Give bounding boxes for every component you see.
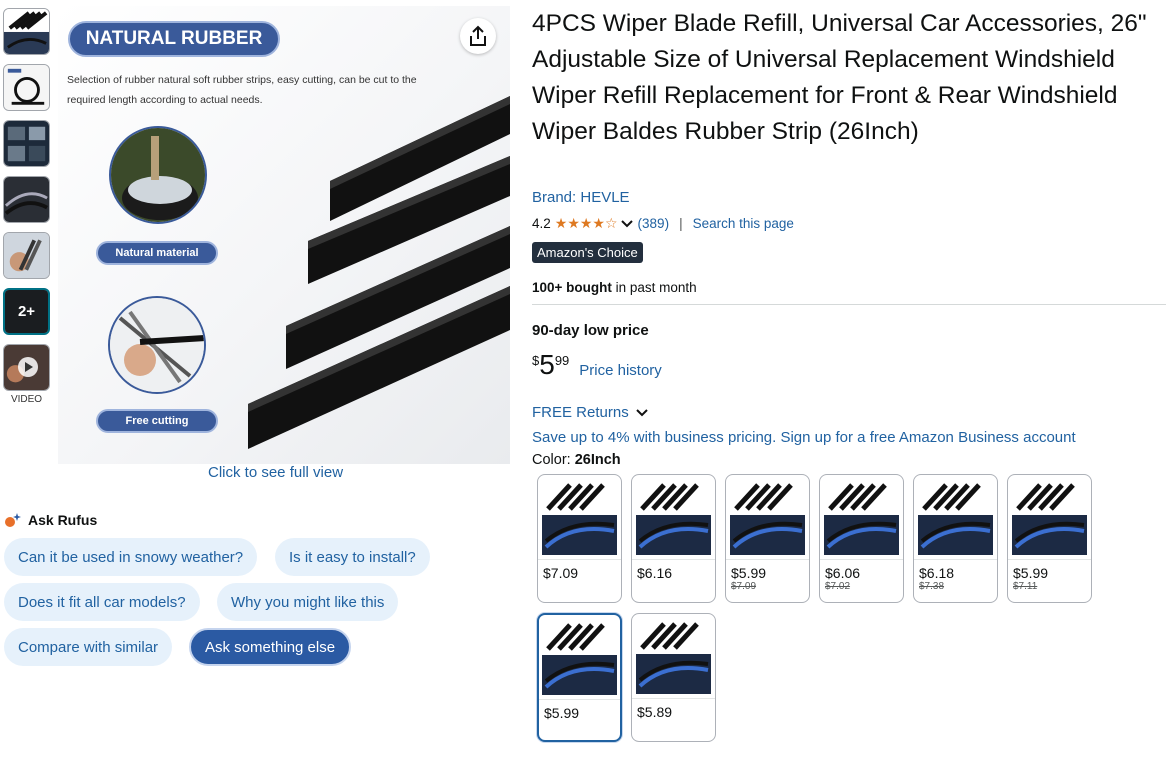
swatch-price: $5.99 [726,559,809,581]
color-label: Color: [532,452,571,468]
divider [532,304,1166,305]
color-swatch-5[interactable]: $6.18 $7.38 [913,474,998,603]
low-price-label: 90-day low price [532,322,649,339]
rating-row: 4.2 ★★★★☆ (389) | Search this page [532,215,794,232]
price-cents: 99 [554,353,570,368]
chevron-down-icon[interactable] [620,219,634,229]
thumbnail-more[interactable]: 2+ [3,288,50,335]
free-returns-link[interactable]: FREE Returns [532,404,649,421]
swatch-image [636,618,711,696]
rufus-chip-why[interactable]: Why you might like this [217,583,399,621]
natural-material-label: Natural material [96,241,218,265]
main-product-image[interactable]: NATURAL RUBBER Selection of rubber natur… [58,6,510,464]
thumbnail-video[interactable] [3,344,50,391]
bought-count: 100+ bought [532,280,612,295]
share-icon [470,25,486,46]
swatch-image [918,479,993,557]
star-rating-icon[interactable]: ★★★★☆ [555,215,618,232]
brand-link[interactable]: Brand: HEVLE [532,189,630,206]
swatch-image [730,479,805,557]
swatch-price: $6.16 [632,559,715,581]
rufus-chip-install[interactable]: Is it easy to install? [275,538,430,576]
rating-value: 4.2 [532,216,551,231]
amazons-choice-badge: Amazon's Choice [532,242,643,263]
thumbnail-3[interactable] [3,120,50,167]
color-swatch-4[interactable]: $6.06 $7.02 [819,474,904,603]
image-banner: NATURAL RUBBER [68,21,280,57]
swatch-price: $6.18 [914,559,997,581]
price-currency: $ [532,353,540,368]
separator: | [679,216,683,231]
ask-something-else-button[interactable]: Ask something else [189,628,352,666]
swatch-old-price: $7.38 [919,581,945,592]
color-swatch-6[interactable]: $5.99 $7.11 [1007,474,1092,603]
swatch-image [1012,479,1087,557]
swatch-image [542,619,617,697]
full-view-link[interactable]: Click to see full view [208,464,343,481]
free-returns-label: FREE Returns [532,404,629,421]
thumbnail-2[interactable] [3,64,50,111]
swatch-image [636,479,711,557]
natural-material-image [109,126,207,224]
color-value: 26Inch [574,452,621,468]
swatch-image [542,479,617,557]
rufus-chip-compare[interactable]: Compare with similar [4,628,173,666]
free-cutting-label: Free cutting [96,409,218,433]
rubber-strips-illustration [248,96,510,449]
price-history-link[interactable]: Price history [579,362,662,379]
price: $ 5 99 Price history [532,350,662,380]
thumbnail-5[interactable] [3,232,50,279]
rufus-header: Ask Rufus [4,512,97,528]
swatch-old-price: $7.02 [825,581,851,592]
swatch-image [824,479,899,557]
rufus-chip-fit[interactable]: Does it fit all car models? [4,583,200,621]
thumbnail-1[interactable] [3,8,50,55]
bought-in-past-month: 100+ bought in past month [532,280,697,295]
rufus-title: Ask Rufus [28,512,98,528]
free-cutting-image [108,296,206,394]
swatch-price: $7.09 [538,559,621,581]
product-title: 4PCS Wiper Blade Refill, Universal Car A… [532,10,1147,145]
video-label: VIDEO [10,394,43,405]
rufus-icon [4,512,22,528]
swatch-price: $5.99 [539,699,620,721]
chevron-down-icon [635,408,648,416]
review-count-link[interactable]: (389) [638,216,670,231]
color-swatch-8[interactable]: $5.89 [631,613,716,742]
play-icon [18,357,38,377]
color-swatch-3[interactable]: $5.99 $7.09 [725,474,810,603]
color-swatch-2[interactable]: $6.16 [631,474,716,603]
rufus-chip-snowy[interactable]: Can it be used in snowy weather? [4,538,258,576]
bought-suffix: in past month [611,280,697,295]
color-selection-label: Color: 26Inch [532,452,621,468]
business-pricing-link[interactable]: Save up to 4% with business pricing. Sig… [532,429,1076,446]
search-this-page-link[interactable]: Search this page [693,216,794,231]
share-button[interactable] [460,18,496,54]
swatch-old-price: $7.11 [1013,581,1038,592]
swatch-old-price: $7.09 [731,581,757,592]
swatch-price: $5.89 [632,698,715,720]
swatch-price: $5.99 [1008,559,1091,581]
price-whole: 5 [539,349,555,380]
thumbnail-4[interactable] [3,176,50,223]
swatch-price: $6.06 [820,559,903,581]
color-swatch-1[interactable]: $7.09 [537,474,622,603]
thumbnail-strip: 2+ VIDEO [3,8,51,405]
color-swatch-7[interactable]: $5.99 [537,613,622,742]
more-images-count: 2+ [5,290,48,333]
